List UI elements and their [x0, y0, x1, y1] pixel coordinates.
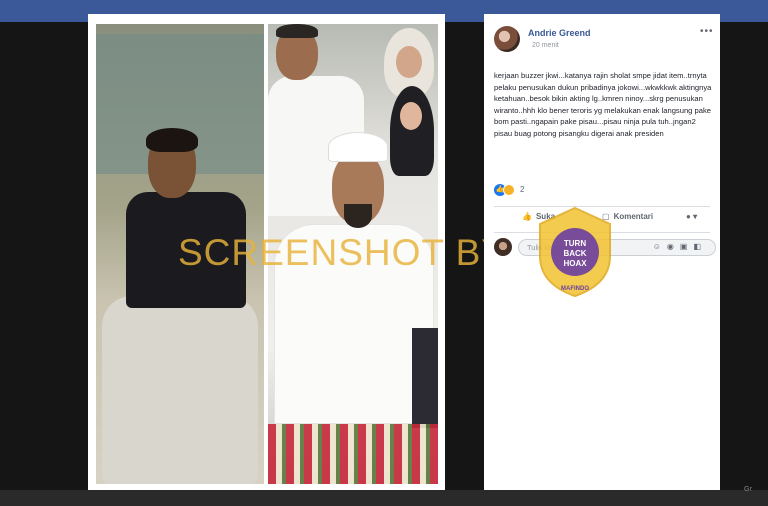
emoji-icon: ☺ — [652, 242, 667, 251]
person-sarong — [102, 296, 258, 484]
picture-frame — [412, 328, 438, 428]
girl-hijab — [390, 86, 434, 176]
cleric-beard — [344, 204, 372, 228]
sticker-icon: ◧ — [693, 242, 707, 251]
backdrop-bottom-strip — [0, 490, 768, 506]
author-name[interactable]: Andrie Greend — [528, 28, 591, 38]
badge-line-1: TURN — [564, 239, 586, 248]
post-text: kerjaan buzzer jkwi...katanya rajin shol… — [494, 71, 712, 138]
viewer-avatar — [494, 238, 512, 256]
post-timestamp[interactable]: 20 menit — [532, 42, 559, 49]
person-hair — [146, 128, 198, 152]
badge-line-2: BACK — [563, 249, 586, 258]
woman-face — [396, 46, 422, 78]
watermark-text: SCREENSHOT BY — [178, 232, 507, 273]
corner-text: Gr — [744, 486, 752, 493]
badge-line-3: HOAX — [563, 259, 587, 268]
cleric-cap — [328, 132, 388, 162]
chevron-down-icon: ▾ — [690, 212, 698, 221]
comment-tool-icons[interactable]: ☺◉▣◧ — [653, 242, 707, 251]
man-hair — [276, 24, 318, 38]
ellipsis-icon[interactable]: ••• — [700, 26, 714, 37]
haha-reaction-icon — [503, 184, 515, 196]
badge-bottom-text: MAFINDO — [561, 286, 589, 292]
thumbs-up-icon: 👍 — [522, 212, 532, 221]
comment-label: Komentari — [613, 212, 654, 221]
camera-icon: ◉ — [666, 242, 680, 251]
girl-face — [400, 102, 422, 130]
mafindo-badge: TURN BACK HOAX MAFINDO — [539, 206, 611, 298]
gif-icon: ▣ — [679, 242, 694, 251]
flower-garland — [268, 424, 438, 484]
author-avatar[interactable] — [494, 26, 520, 52]
post-header: Andrie Greend 20 menit ••• — [494, 24, 713, 64]
audience-selector[interactable]: ● ▾ — [686, 212, 697, 221]
reaction-count: 2 — [520, 185, 525, 194]
